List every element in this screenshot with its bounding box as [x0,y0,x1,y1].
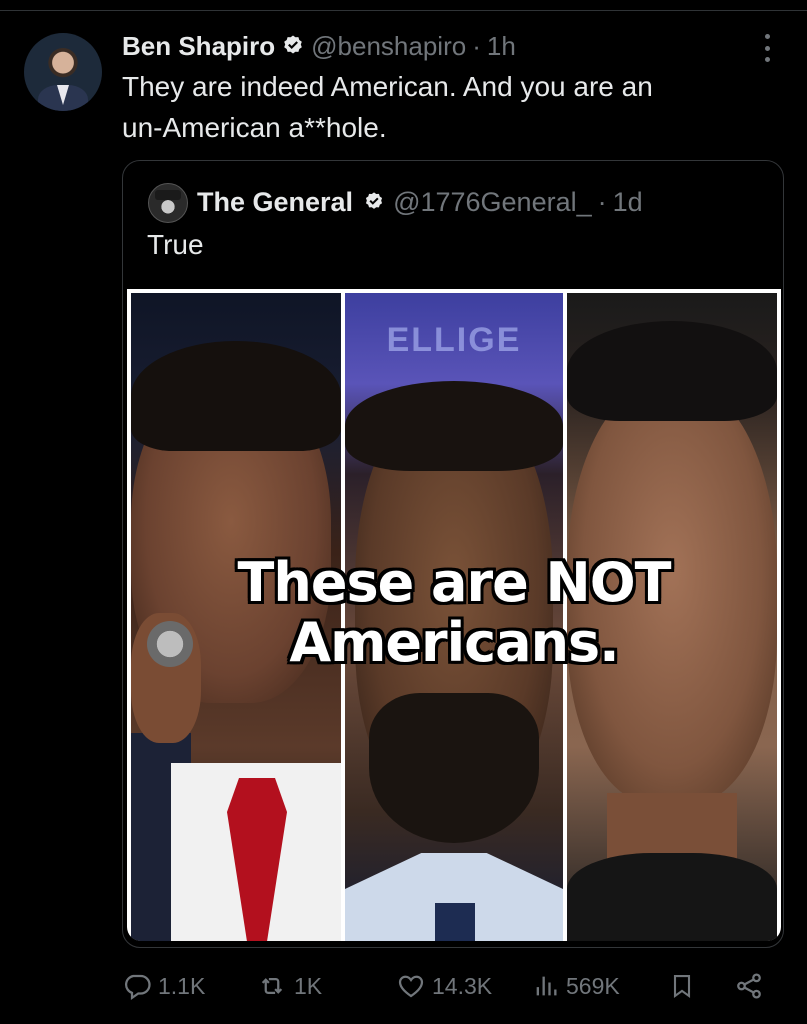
retweet-count: 1K [294,972,323,999]
view-count: 569K [566,972,620,999]
retweet-button[interactable]: 1K [256,966,322,1006]
author-handle[interactable]: @benshapiro [311,31,466,62]
reply-count: 1.1K [158,972,206,999]
action-bar: 1.1K 1K 14.3K 569K [122,966,782,1006]
more-options-icon[interactable] [760,34,774,62]
author-name[interactable]: Ben Shapiro [122,31,275,62]
banner-text: ELLIGE [386,321,522,359]
views-button[interactable]: 569K [532,966,620,1006]
tweet-header: Ben Shapiro @benshapiro · 1h [122,28,516,64]
views-icon [536,976,557,996]
share-button[interactable] [734,966,764,1006]
author-avatar[interactable] [24,33,102,111]
quoted-tweet-text: True [147,229,204,260]
like-count: 14.3K [432,972,493,999]
quoted-author-avatar[interactable] [148,183,188,223]
quoted-tweet-time[interactable]: 1d [613,187,643,218]
share-icon [737,973,761,999]
separator-dot: · [597,186,607,217]
quoted-tweet-card[interactable]: The General @1776General_ · 1d True ELLI… [122,160,784,948]
bookmark-icon [673,975,691,998]
quoted-author-name[interactable]: The General [197,187,353,218]
bookmark-button[interactable] [668,966,696,1006]
separator-dot: · [472,30,481,61]
retweet-icon [261,978,283,994]
reply-button[interactable]: 1.1K [122,966,205,1006]
tweet-time[interactable]: 1h [487,31,516,62]
verified-badge-icon [284,35,302,54]
verified-badge-icon [365,192,383,209]
quoted-tweet-header: The General @1776General_ · 1d [197,182,643,222]
like-button[interactable]: 14.3K [396,966,492,1006]
image-caption-overlay: These are NOT Americans. [237,551,672,674]
quoted-tweet-image[interactable]: ELLIGE These are NOT Americans. [127,289,781,941]
heart-icon [398,975,424,998]
tweet-text: They are indeed American. And you are an… [122,71,653,143]
quoted-author-handle[interactable]: @1776General_ [393,187,592,218]
reply-icon [125,974,151,1001]
top-divider [0,10,807,11]
